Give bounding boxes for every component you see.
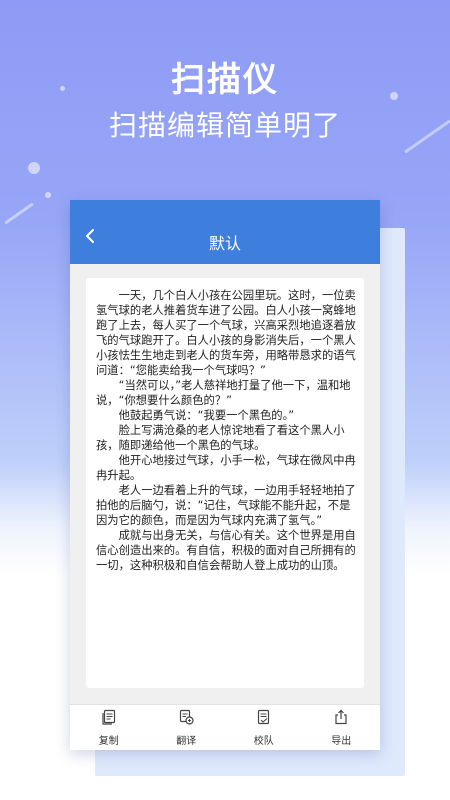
- page-title: 默认: [208, 234, 241, 253]
- document-paragraph: 一天，几个白人小孩在公园里玩。这时，一位卖氢气球的老人推着货车进了公园。白人小孩…: [96, 289, 356, 377]
- copy-label: 复制: [98, 735, 119, 747]
- document-paragraph: 老人一边看着上升的气球，一边用手轻轻地拍了拍他的后脑勺，说：“记住，气球能不能升…: [96, 484, 356, 527]
- document-paragraph: 他鼓起勇气说：“我要一个黑色的。”: [118, 409, 295, 422]
- app-bar: 默认: [70, 200, 380, 264]
- decorative-streak: [4, 202, 34, 225]
- decorative-dot: [28, 162, 40, 174]
- bottom-toolbar: 复制 翻译 校队 导出: [70, 704, 380, 750]
- app-screen: 默认 一天，几个白人小孩在公园里玩。这时，一位卖氢气球的老人推着货车进了公园。白…: [70, 200, 380, 750]
- recognized-text-document[interactable]: 一天，几个白人小孩在公园里玩。这时，一位卖氢气球的老人推着货车进了公园。白人小孩…: [86, 278, 364, 688]
- translate-button[interactable]: 翻译: [148, 705, 226, 750]
- content-area: 一天，几个白人小孩在公园里玩。这时，一位卖氢气球的老人推着货车进了公园。白人小孩…: [70, 264, 380, 705]
- decorative-dot: [45, 192, 51, 198]
- proofread-label: 校队: [253, 735, 274, 747]
- document-paragraph: 脸上写满沧桑的老人惊诧地看了看这个黑人小孩，随即递给他一个黑色的气球。: [96, 424, 345, 452]
- export-button[interactable]: 导出: [303, 705, 381, 750]
- translate-icon: [178, 709, 194, 729]
- proofread-button[interactable]: 校队: [225, 705, 303, 750]
- translate-label: 翻译: [176, 735, 197, 747]
- copy-button[interactable]: 复制: [70, 705, 148, 750]
- hero-subtitle: 扫描编辑简单明了: [108, 109, 341, 142]
- copy-icon: [101, 709, 117, 729]
- proofread-icon: [256, 709, 272, 729]
- document-paragraph: 成就与出身无关，与信心有关。这个世界是用自信心创造出来的。有自信，积极的面对自己…: [96, 529, 356, 572]
- document-paragraph: “当然可以，”老人慈祥地打量了他一下，温和地说，“你想要什么颜色的？”: [96, 379, 351, 407]
- hero-title: 扫描仪: [171, 60, 279, 100]
- document-paragraph: 他开心地接过气球，小手一松，气球在微风中冉冉升起。: [96, 454, 356, 482]
- export-label: 导出: [331, 735, 352, 747]
- export-icon: [333, 709, 349, 729]
